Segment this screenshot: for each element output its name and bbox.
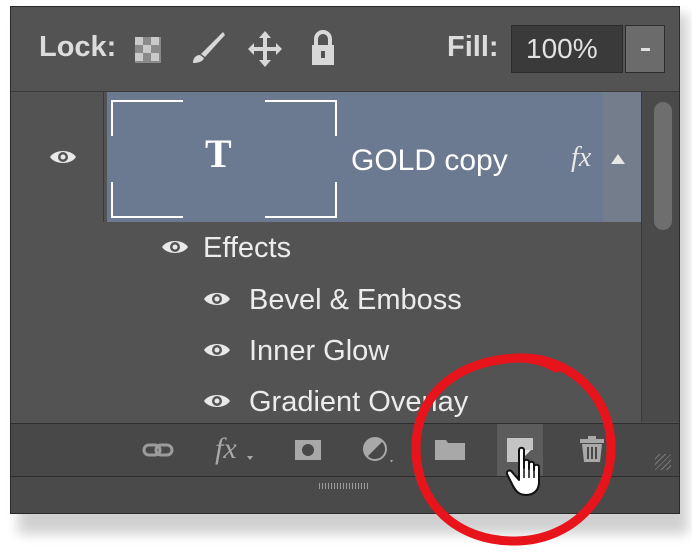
trash-icon: [580, 436, 604, 462]
layers-panel: Lock: Fill: 100% T GOLD copy fx Effects …: [10, 6, 680, 514]
effects-label[interactable]: Effects: [203, 232, 291, 265]
lock-label: Lock:: [39, 31, 117, 63]
layers-scrollbar[interactable]: [641, 92, 679, 422]
fill-label: Fill:: [447, 31, 499, 63]
resize-grip-icon[interactable]: [655, 454, 671, 470]
lock-fill-bar: Lock: Fill: 100%: [11, 7, 679, 92]
fx-badge-icon: fx: [571, 142, 592, 173]
lock-all-icon[interactable]: [309, 29, 337, 72]
fill-input[interactable]: 100%: [511, 25, 623, 73]
scrollbar-thumb[interactable]: [654, 102, 672, 230]
layer-visibility-eye-icon[interactable]: [49, 148, 77, 166]
new-adjustment-layer-button[interactable]: [355, 424, 401, 476]
effect-item[interactable]: Bevel & Emboss: [249, 284, 462, 317]
collapse-effects-icon[interactable]: [611, 154, 625, 164]
new-group-button[interactable]: [427, 424, 473, 476]
layers-list: T GOLD copy fx Effects Bevel & Emboss In…: [11, 92, 641, 422]
fx-icon: fx: [215, 432, 237, 465]
add-layer-mask-button[interactable]: [285, 424, 331, 476]
layer-thumbnail[interactable]: T: [111, 100, 337, 218]
add-layer-style-button[interactable]: fx: [209, 424, 255, 476]
layer-mask-icon: [295, 440, 321, 460]
lock-position-icon[interactable]: [247, 29, 283, 74]
type-layer-glyph: T: [205, 131, 232, 176]
lock-image-pixels-icon[interactable]: [187, 29, 227, 74]
layers-toolbar: fx: [11, 423, 679, 477]
fill-dropdown-button[interactable]: [625, 25, 665, 73]
link-layers-button[interactable]: [135, 424, 181, 476]
folder-icon: [435, 440, 465, 460]
effect-item[interactable]: Inner Glow: [249, 335, 389, 368]
effect-visibility-eye-icon[interactable]: [203, 341, 231, 359]
layer-name[interactable]: GOLD copy: [351, 144, 508, 178]
lock-transparent-pixels-icon[interactable]: [135, 37, 161, 68]
delete-layer-button[interactable]: [569, 424, 615, 476]
link-layers-icon: [142, 443, 174, 457]
effect-visibility-eye-icon[interactable]: [203, 392, 231, 410]
adjustment-layer-icon: [363, 437, 393, 463]
effect-visibility-eye-icon[interactable]: [203, 290, 231, 308]
effects-visibility-eye-icon[interactable]: [161, 238, 189, 256]
effect-item[interactable]: Gradient Overlay: [249, 386, 468, 419]
hand-cursor-icon: [505, 446, 540, 496]
panel-drag-grip[interactable]: [319, 483, 369, 489]
